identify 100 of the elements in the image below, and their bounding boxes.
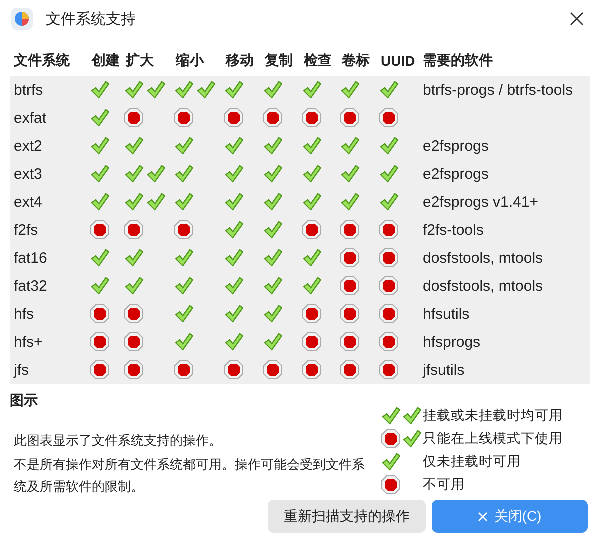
stop-icon [379, 276, 399, 296]
check-icon [90, 248, 110, 268]
check-icon [124, 248, 144, 268]
rescan-button[interactable]: 重新扫描支持的操作 [268, 500, 426, 533]
stop-icon [340, 220, 360, 240]
legend-description: 不是所有操作对所有文件系统都可用。操作可能会受到文件系统及所需软件的限制。 [14, 456, 366, 496]
check-icon [174, 332, 194, 352]
stop-icon [379, 332, 399, 352]
legend-label: 仅未挂载时可用 [423, 452, 521, 470]
filesystem-name: exfat [13, 110, 47, 126]
stop-icon [124, 360, 144, 380]
stop-icon [174, 108, 194, 128]
stop-icon [302, 332, 322, 352]
stop-icon [340, 108, 360, 128]
check-icon [302, 248, 322, 268]
column-header: 移动 [224, 51, 254, 70]
legend-label: 挂载或未挂载时均可用 [423, 406, 563, 424]
software-name: jfsutils [422, 362, 465, 378]
check-icon [224, 220, 244, 240]
stop-icon [124, 304, 144, 324]
check-icon [402, 406, 422, 426]
legend-description: 此图表显示了文件系统支持的操作。 [14, 432, 223, 450]
software-name: dosfstools, mtools [422, 250, 544, 266]
stop-icon [340, 304, 360, 324]
software-name: e2fsprogs [422, 166, 489, 182]
check-icon [340, 164, 360, 184]
check-icon [379, 164, 399, 184]
software-name: f2fs-tools [422, 222, 484, 238]
stop-icon [379, 248, 399, 268]
check-icon [90, 108, 110, 128]
column-header: 缩小 [174, 51, 204, 70]
close-icon [478, 512, 488, 522]
stop-icon [340, 276, 360, 296]
filesystem-name: ext2 [13, 138, 42, 154]
stop-icon [379, 304, 399, 324]
column-header: 复制 [264, 51, 293, 70]
check-icon [174, 304, 194, 324]
window-title: 文件系统支持 [46, 10, 137, 28]
stop-icon [340, 360, 360, 380]
check-icon [379, 80, 399, 100]
check-icon [263, 304, 283, 324]
stop-icon [224, 108, 244, 128]
stop-icon [174, 360, 194, 380]
check-icon [174, 276, 194, 296]
check-icon [90, 164, 110, 184]
column-header: 扩大 [124, 51, 154, 70]
app-icon [10, 7, 34, 31]
check-icon [302, 136, 322, 156]
check-icon [90, 136, 110, 156]
filesystem-name: ext3 [13, 166, 42, 182]
stop-icon [381, 474, 401, 494]
check-icon [224, 304, 244, 324]
check-icon [379, 192, 399, 212]
check-icon [224, 136, 244, 156]
check-icon [263, 80, 283, 100]
column-header: 文件系统 [13, 51, 70, 70]
check-icon [174, 80, 194, 100]
stop-icon [174, 220, 194, 240]
stop-icon [263, 108, 283, 128]
stop-icon [302, 304, 322, 324]
column-header: 创建 [90, 51, 120, 70]
stop-icon [381, 428, 401, 448]
check-icon [174, 248, 194, 268]
check-icon [302, 192, 322, 212]
check-icon [124, 164, 144, 184]
stop-icon [124, 108, 144, 128]
stop-icon [90, 332, 110, 352]
check-icon [302, 276, 322, 296]
legend-title: 图示 [10, 392, 39, 410]
check-icon [302, 164, 322, 184]
check-icon [263, 220, 283, 240]
legend-label: 不可用 [423, 476, 465, 494]
software-name: dosfstools, mtools [422, 278, 544, 294]
column-header: UUID [380, 52, 416, 71]
check-icon [196, 80, 216, 100]
check-icon [146, 192, 166, 212]
stop-icon [90, 304, 110, 324]
filesystem-name: jfs [12, 362, 29, 378]
stop-icon [263, 360, 283, 380]
software-name: hfsutils [422, 306, 470, 322]
stop-icon [90, 220, 110, 240]
check-icon [146, 164, 166, 184]
software-name: btrfs-progs / btrfs-tools [422, 82, 574, 98]
stop-icon [340, 332, 360, 352]
check-icon [224, 248, 244, 268]
column-header: 检查 [302, 51, 332, 70]
check-icon [302, 80, 322, 100]
stop-icon [302, 360, 322, 380]
stop-icon [124, 220, 144, 240]
stop-icon [302, 220, 322, 240]
check-icon [174, 136, 194, 156]
stop-icon [379, 220, 399, 240]
filesystem-name: f2fs [13, 222, 38, 238]
check-icon [124, 276, 144, 296]
filesystem-name: fat32 [13, 278, 48, 294]
check-icon [263, 136, 283, 156]
check-icon [90, 192, 110, 212]
stop-icon [379, 108, 399, 128]
check-icon [340, 136, 360, 156]
software-name: hfsprogs [422, 334, 481, 350]
